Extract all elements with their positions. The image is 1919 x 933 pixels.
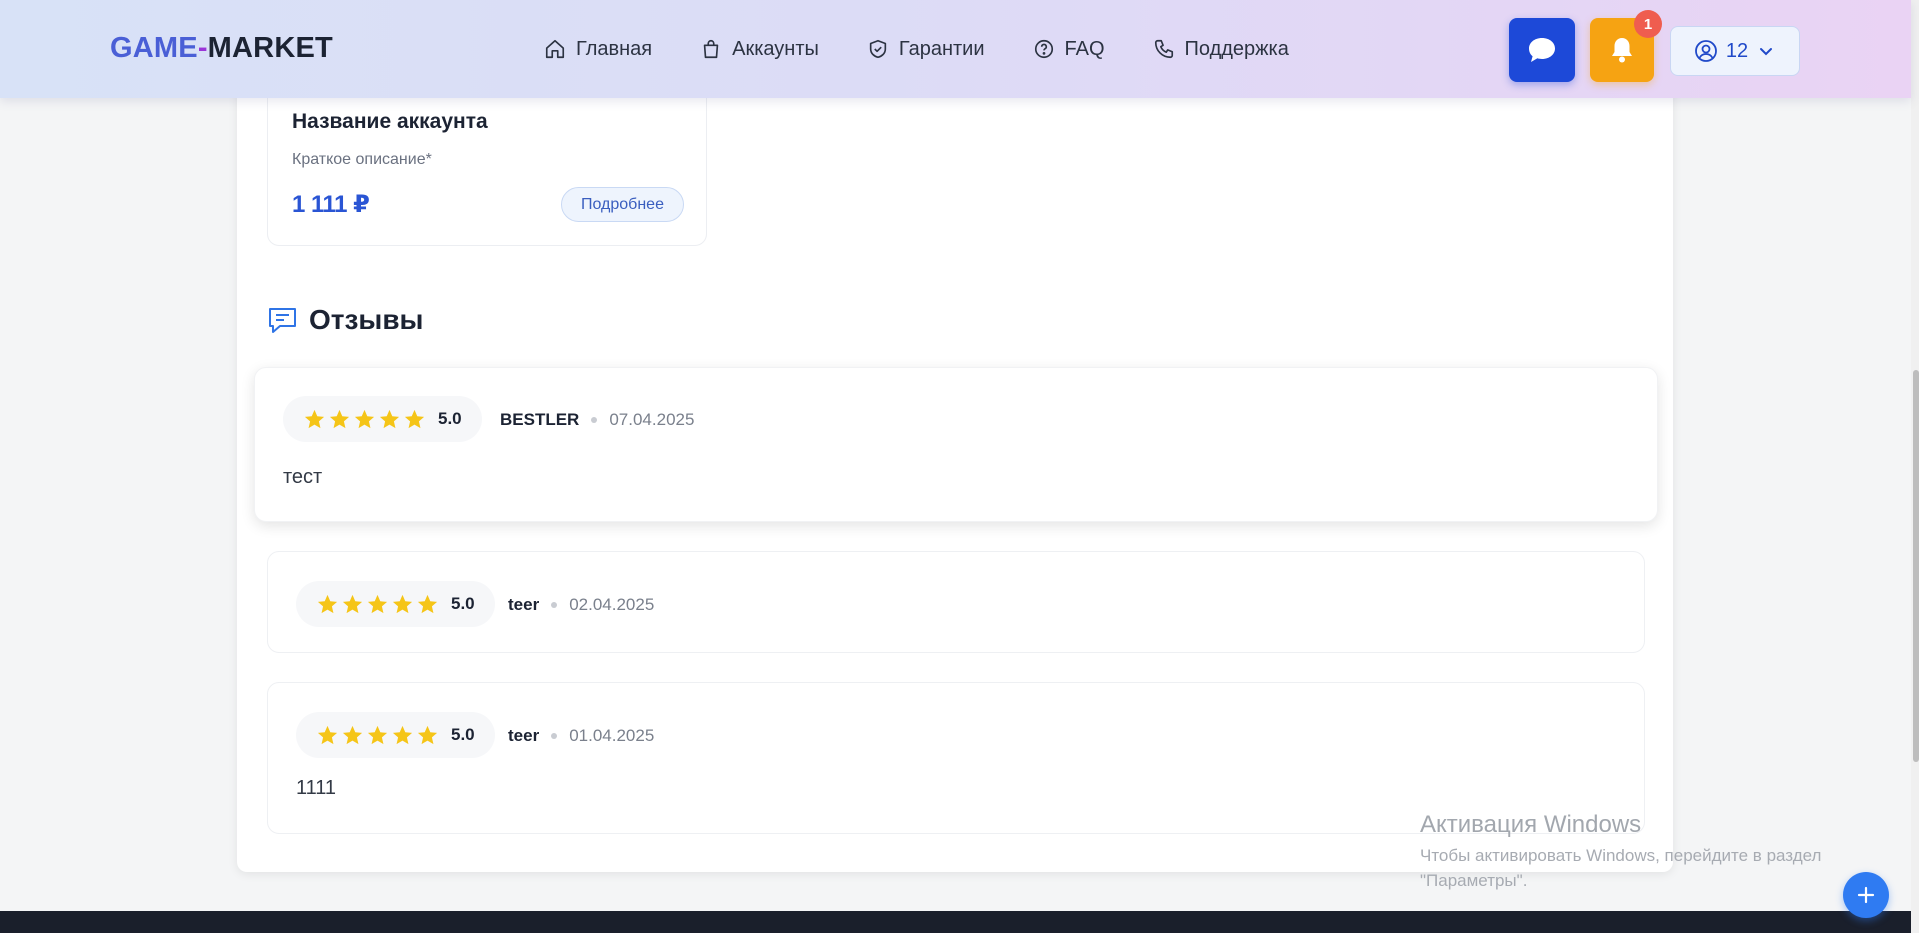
bell-icon — [1612, 38, 1632, 63]
windows-activation-title: Активация Windows — [1420, 811, 1642, 838]
star-icon — [342, 594, 363, 613]
star-icon — [317, 594, 338, 613]
star-icon — [417, 725, 438, 744]
account-description: Краткое описание* — [292, 151, 432, 168]
top-header: GAME-MARKET Главная Аккаунты Гарантии FA… — [0, 0, 1911, 98]
plus-icon — [1857, 886, 1875, 904]
star-icon — [404, 409, 425, 428]
review-date: 07.04.2025 — [609, 410, 695, 429]
rating-pill: 5.0 — [296, 712, 495, 758]
page-footer — [0, 911, 1911, 933]
nav-item-faq[interactable]: FAQ — [1033, 38, 1105, 61]
question-circle-icon — [1034, 39, 1053, 59]
review-meta: teer 02.04.2025 — [508, 595, 654, 615]
star-rating — [316, 593, 441, 616]
star-icon — [367, 725, 388, 744]
chat-bubble-icon — [1529, 38, 1555, 62]
rating-value: 5.0 — [451, 725, 475, 744]
star-icon — [379, 409, 400, 428]
star-icon — [417, 594, 438, 613]
message-icon — [269, 308, 296, 333]
rating-pill: 5.0 — [283, 396, 482, 442]
star-icon — [367, 594, 388, 613]
reviews-heading: Отзывы — [267, 304, 423, 336]
nav-item-guarantees[interactable]: Гарантии — [867, 38, 985, 61]
notification-badge: 1 — [1634, 10, 1662, 38]
star-icon — [329, 409, 350, 428]
nav-item-home[interactable]: Главная — [544, 38, 652, 61]
main-nav: Главная Аккаунты Гарантии FAQ Поддержка — [544, 36, 1337, 62]
meta-separator — [591, 417, 598, 423]
account-title: Название аккаунта — [292, 110, 488, 133]
meta-separator — [551, 733, 558, 739]
star-icon — [317, 725, 338, 744]
details-button[interactable]: Подробнее — [561, 187, 684, 222]
star-icon — [392, 725, 413, 744]
home-icon — [545, 39, 565, 59]
rating-value: 5.0 — [438, 409, 462, 428]
review-date: 01.04.2025 — [569, 726, 655, 745]
review-text: тест — [283, 466, 323, 488]
review-item: 5.0 teer 02.04.2025 — [267, 551, 1645, 653]
windows-activation-text: Чтобы активировать Windows, перейдите в … — [1420, 846, 1822, 890]
star-icon — [392, 594, 413, 613]
rating-pill: 5.0 — [296, 581, 495, 627]
review-author: teer — [508, 595, 540, 614]
floating-add-button[interactable] — [1843, 872, 1889, 918]
review-meta: BESTLER 07.04.2025 — [500, 410, 694, 430]
review-meta: teer 01.04.2025 — [508, 726, 654, 746]
shield-check-icon — [869, 39, 887, 59]
site-logo[interactable]: GAME-MARKET — [110, 32, 333, 65]
review-item: 5.0 BESTLER 07.04.2025 тест — [254, 367, 1658, 522]
nav-item-accounts[interactable]: Аккаунты — [700, 38, 819, 61]
scrollbar-thumb[interactable] — [1913, 370, 1919, 762]
shopping-bag-icon — [703, 39, 719, 59]
chevron-down-icon — [1760, 48, 1773, 56]
star-rating — [316, 724, 441, 747]
star-icon — [354, 409, 375, 428]
nav-item-support[interactable]: Поддержка — [1153, 38, 1289, 61]
star-icon — [304, 409, 325, 428]
review-date: 02.04.2025 — [569, 595, 655, 614]
meta-separator — [551, 602, 558, 608]
review-author: teer — [508, 726, 540, 745]
reviews-title: Отзывы — [309, 304, 424, 335]
phone-icon — [1154, 39, 1173, 59]
user-circle-icon — [1694, 40, 1717, 62]
account-price: 1 111 ₽ — [292, 191, 370, 218]
star-rating — [303, 408, 428, 431]
user-menu-button[interactable]: 12 — [1670, 26, 1800, 76]
star-icon — [342, 725, 363, 744]
user-balance: 12 — [1725, 39, 1749, 62]
chat-button[interactable] — [1509, 18, 1575, 82]
review-text: 1111 — [296, 777, 337, 799]
review-author: BESTLER — [500, 410, 580, 429]
rating-value: 5.0 — [451, 594, 475, 613]
